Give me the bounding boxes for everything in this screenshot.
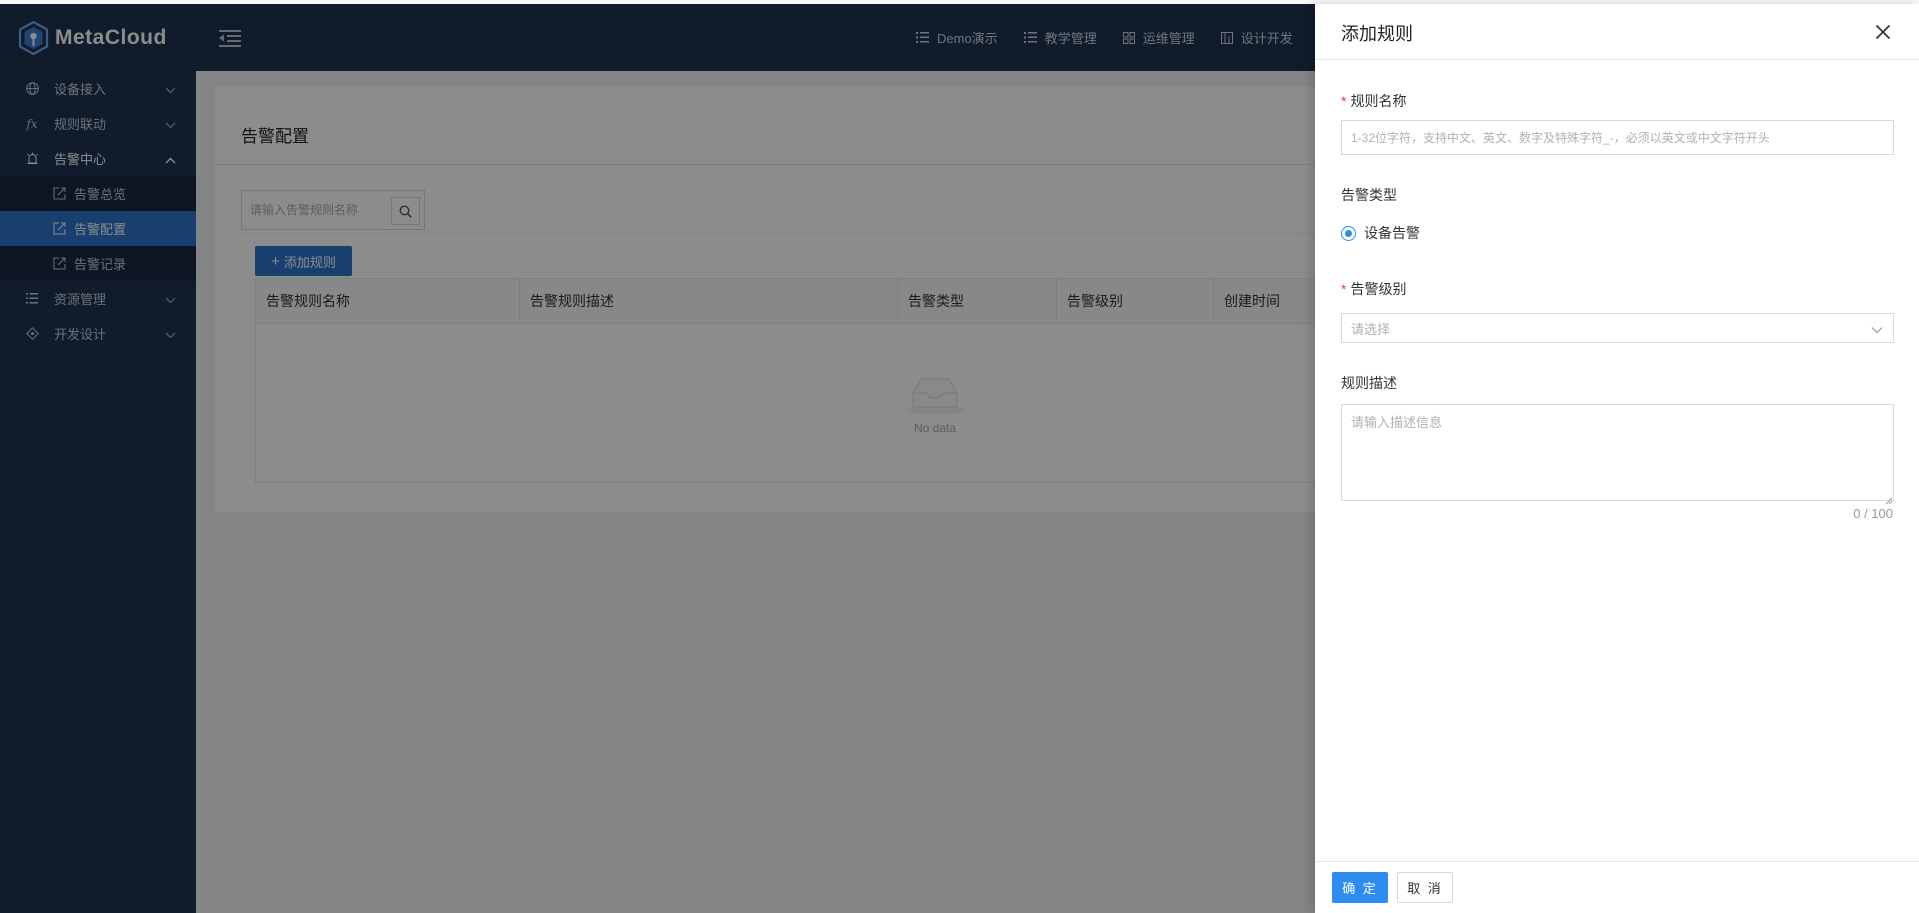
alarm-type-radio-group: 设备告警 [1341, 223, 1420, 243]
drawer-title: 添加规则 [1341, 24, 1413, 44]
modal-mask[interactable] [0, 4, 1315, 913]
radio-option-label[interactable]: 设备告警 [1364, 223, 1420, 243]
required-mark: * [1341, 93, 1347, 109]
rule-description-label: 规则描述 [1341, 375, 1397, 391]
close-icon[interactable] [1873, 22, 1893, 42]
radio-button[interactable] [1341, 225, 1356, 241]
rule-name-input[interactable] [1341, 120, 1894, 155]
select-placeholder: 请选择 [1351, 321, 1391, 337]
required-mark: * [1341, 281, 1347, 297]
character-counter: 0 / 100 [1853, 506, 1893, 521]
alarm-level-label-text: 告警级别 [1350, 281, 1407, 297]
rule-description-textarea[interactable] [1341, 404, 1894, 501]
drawer-header: 添加规则 [1315, 4, 1919, 60]
alarm-type-label: 告警类型 [1341, 187, 1397, 203]
rule-name-label: * 规则名称 [1341, 91, 1406, 111]
cancel-button[interactable]: 取 消 [1397, 872, 1453, 903]
rule-name-label-text: 规则名称 [1350, 93, 1407, 109]
radio-checked-dot [1345, 229, 1352, 237]
confirm-button[interactable]: 确 定 [1332, 872, 1388, 903]
add-rule-drawer: 添加规则 *规则名称 告警类型 设备告警 *告警级别 请选择 规则描述 0 / … [1315, 4, 1919, 913]
alarm-level-label: * 告警级别 [1341, 279, 1406, 299]
alarm-level-select[interactable]: 请选择 [1341, 313, 1894, 343]
chevron-down-icon [1871, 322, 1883, 337]
drawer-footer: 确 定 取 消 [1315, 861, 1919, 913]
